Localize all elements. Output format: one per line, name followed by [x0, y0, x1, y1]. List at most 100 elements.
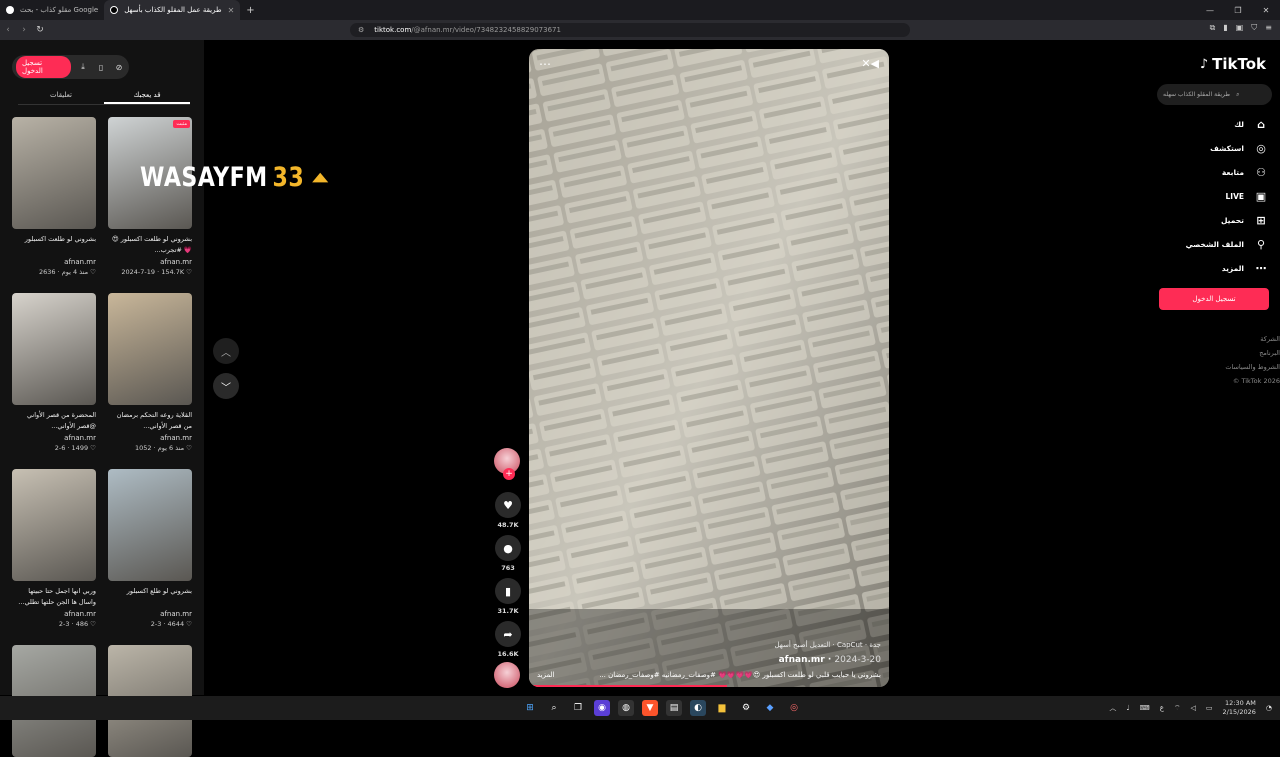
phone-icon[interactable]: ▯: [95, 63, 107, 72]
sidebar-login-button[interactable]: تسجيل الدخول: [1159, 288, 1269, 310]
tab-google-search[interactable]: مقلو كذاب - بحث Google: [0, 0, 104, 20]
close-tab-icon[interactable]: ✕: [228, 6, 235, 15]
more-options-icon[interactable]: ⋯: [539, 57, 551, 71]
volume-icon[interactable]: ◁: [1191, 704, 1196, 712]
compass-icon[interactable]: ⊘: [113, 63, 125, 72]
like-action[interactable]: ♥ 48.7K: [494, 492, 522, 529]
video-author[interactable]: afnan.mr: [779, 655, 825, 665]
video-card-title[interactable]: وربي انها اجمل حتا حبيتها واسال ها الجن …: [12, 586, 96, 608]
tab-comments[interactable]: تعليقات: [18, 87, 104, 104]
comment-action[interactable]: ● 763: [494, 535, 522, 572]
back-button[interactable]: ‹: [0, 25, 16, 35]
video-thumbnail[interactable]: [12, 469, 96, 581]
video-card[interactable]: مثبت بشروني لو طلعت اكسبلور 😍 💗 #تجرب... a…: [108, 117, 192, 276]
site-info-icon[interactable]: ⚙: [358, 26, 364, 34]
shield-icon[interactable]: ⛉: [1251, 23, 1257, 33]
settings-icon[interactable]: ⚙: [738, 700, 754, 716]
folder-icon[interactable]: ▆: [714, 700, 730, 716]
search-icon[interactable]: ⌕: [546, 700, 562, 716]
sidebar-item-for-you[interactable]: لك ⌂: [1148, 112, 1268, 136]
sidebar-item-more[interactable]: المزيد ⋯: [1148, 256, 1268, 280]
video-card-author[interactable]: afnan.mr: [12, 434, 96, 442]
video-card-author[interactable]: afnan.mr: [12, 258, 96, 266]
url-field[interactable]: ⚙ tiktok.com/@afnan.mr/video/73482324588…: [350, 23, 910, 37]
video-thumbnail[interactable]: [12, 293, 96, 405]
new-tab-button[interactable]: +: [240, 5, 260, 16]
minimize-button[interactable]: —: [1196, 6, 1224, 15]
clock[interactable]: 12:30 AM 2/15/2026: [1223, 699, 1256, 717]
panel-login-button[interactable]: تسجيل الدخول: [16, 56, 72, 78]
reload-button[interactable]: ↻: [32, 25, 48, 35]
close-window-button[interactable]: ✕: [1252, 6, 1280, 15]
tray-expand-icon[interactable]: ︿: [1109, 703, 1116, 713]
sidebar-item-following[interactable]: متابعة ⚇: [1148, 160, 1268, 184]
video-player[interactable]: ⋯ ✕◀ جدة · CapCut · التعديل أصبح أسهل af…: [529, 49, 889, 687]
brave-icon[interactable]: ▼: [642, 700, 658, 716]
video-card[interactable]: القلاية روعه التحكم برمضان من قصر الأوان…: [108, 293, 192, 452]
steam-icon[interactable]: ◐: [690, 700, 706, 716]
tab-tiktok-video[interactable]: طريقة عمل المقلو الكذاب بأسهل ✕: [104, 0, 241, 20]
tab-you-may-like[interactable]: قد يعجبك: [104, 87, 190, 104]
sidebar-icon[interactable]: ▮: [1223, 23, 1227, 33]
video-card-title[interactable]: القلاية روعه التحكم برمضان من قصر الأوان…: [108, 410, 192, 432]
video-thumbnail[interactable]: [108, 293, 192, 405]
video-card[interactable]: المحضرة من قصر الأواني @قصر الأواني... af…: [12, 293, 96, 452]
previous-video-button[interactable]: ︿: [213, 338, 239, 364]
sidebar-item-live[interactable]: LIVE ▣: [1148, 184, 1268, 208]
microphone-icon[interactable]: ♩: [1126, 704, 1129, 712]
extension-icon[interactable]: ⧉: [1210, 23, 1216, 33]
video-card-author[interactable]: afnan.mr: [108, 610, 192, 618]
wifi-icon[interactable]: ⌔: [1174, 704, 1181, 713]
share-icon[interactable]: ➦: [495, 621, 521, 647]
battery-icon[interactable]: ▭: [1206, 704, 1213, 712]
mute-icon[interactable]: ✕◀: [861, 57, 879, 70]
search-icon[interactable]: ⌕: [1236, 91, 1239, 99]
discord-icon[interactable]: ◉: [594, 700, 610, 716]
next-video-button[interactable]: ﹀: [213, 373, 239, 399]
bookmark-icon[interactable]: ▮: [495, 578, 521, 604]
footer-terms[interactable]: الشروط والسياسات: [1200, 360, 1280, 374]
sidebar-item-explore[interactable]: استكشف ◎: [1148, 136, 1268, 160]
app-icon[interactable]: ◍: [618, 700, 634, 716]
video-thumbnail[interactable]: [108, 469, 192, 581]
sidebar-item-upload[interactable]: تحميل ⊞: [1148, 208, 1268, 232]
download-icon[interactable]: ⤓: [77, 62, 89, 72]
app-round-icon[interactable]: ◎: [786, 700, 802, 716]
notifications-icon[interactable]: ◔: [1266, 704, 1272, 712]
sidebar-item-profile[interactable]: الملف الشخصي ⚲: [1148, 232, 1268, 256]
follow-plus-icon[interactable]: +: [503, 468, 515, 480]
video-card-title[interactable]: بشروني لو طلع اكسبلور: [108, 586, 192, 608]
footer-program[interactable]: البرنامج: [1200, 346, 1280, 360]
video-card-author[interactable]: afnan.mr: [108, 434, 192, 442]
video-thumbnail[interactable]: [12, 117, 96, 229]
task-view-icon[interactable]: ❐: [570, 700, 586, 716]
video-card-title[interactable]: المحضرة من قصر الأواني @قصر الأواني...: [12, 410, 96, 432]
video-card-title[interactable]: بشروني لو طلعت اكسبلور: [12, 234, 96, 256]
author-avatar[interactable]: +: [494, 448, 522, 480]
video-card[interactable]: بشروني لو طلعت اكسبلور afnan.mr منذ 4 يوم …: [12, 117, 96, 276]
windows-start-icon[interactable]: ⊞: [522, 700, 538, 716]
video-card[interactable]: بشروني لو طلع اكسبلور afnan.mr 2-3 · 4644 …: [108, 469, 192, 628]
music-disc-icon[interactable]: [494, 662, 520, 688]
keyboard-icon[interactable]: ⌨: [1140, 704, 1150, 712]
app-diamond-icon[interactable]: ◆: [762, 700, 778, 716]
video-card-title[interactable]: بشروني لو طلعت اكسبلور 😍 💗 #تجرب...: [108, 234, 192, 256]
share-action[interactable]: ➦ 16.6K: [494, 621, 522, 658]
tiktok-logo[interactable]: ♪ TikTok: [1200, 55, 1266, 73]
heart-icon[interactable]: ♥: [495, 492, 521, 518]
language-indicator[interactable]: ع: [1160, 704, 1164, 712]
video-card[interactable]: وربي انها اجمل حتا حبيتها واسال ها الجن …: [12, 469, 96, 628]
search-input[interactable]: ⌕ طريقة المقلو الكذاب سهله: [1157, 84, 1272, 105]
sound-disc[interactable]: [494, 662, 522, 688]
wallet-icon[interactable]: ▣: [1236, 23, 1244, 33]
video-card-author[interactable]: afnan.mr: [108, 258, 192, 266]
menu-icon[interactable]: ≡: [1265, 23, 1272, 33]
video-progress-bar[interactable]: [529, 685, 727, 687]
terminal-icon[interactable]: ▤: [666, 700, 682, 716]
footer-company[interactable]: الشركة: [1200, 332, 1280, 346]
save-action[interactable]: ▮ 31.7K: [494, 578, 522, 615]
maximize-button[interactable]: ❐: [1224, 6, 1252, 15]
forward-button[interactable]: ›: [16, 25, 32, 35]
comment-icon[interactable]: ●: [495, 535, 521, 561]
video-card-author[interactable]: afnan.mr: [12, 610, 96, 618]
